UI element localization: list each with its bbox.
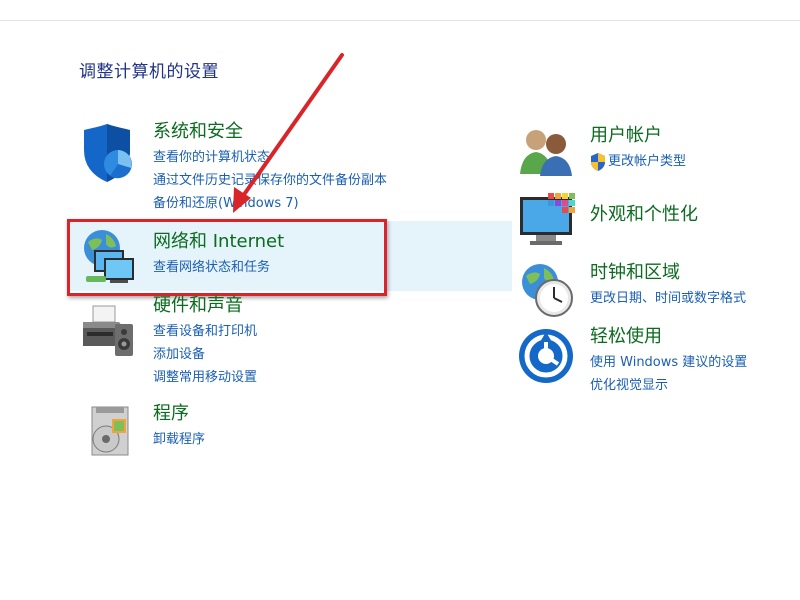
category-network-internet: 网络和 Internet 查看网络状态和任务 xyxy=(153,231,284,279)
link-backup-restore[interactable]: 备份和还原(Windows 7) xyxy=(153,192,387,215)
top-divider xyxy=(0,20,800,21)
programs-title[interactable]: 程序 xyxy=(153,403,205,425)
clock-region-title[interactable]: 时钟和区域 xyxy=(590,262,746,284)
uac-shield-icon xyxy=(590,152,606,171)
category-programs: 程序 卸载程序 xyxy=(153,403,205,451)
network-icon xyxy=(80,228,138,286)
clock-region-icon xyxy=(516,262,576,320)
link-view-network-status[interactable]: 查看网络状态和任务 xyxy=(153,256,284,279)
category-ease-of-access: 轻松使用 使用 Windows 建议的设置 优化视觉显示 xyxy=(590,326,747,397)
link-windows-recommended-settings[interactable]: 使用 Windows 建议的设置 xyxy=(590,351,747,374)
system-security-title[interactable]: 系统和安全 xyxy=(153,121,387,143)
page-title: 调整计算机的设置 xyxy=(79,62,219,82)
category-clock-region: 时钟和区域 更改日期、时间或数字格式 xyxy=(590,262,746,310)
link-uninstall-program[interactable]: 卸载程序 xyxy=(153,428,205,451)
user-accounts-title[interactable]: 用户帐户 xyxy=(590,125,686,147)
link-change-account-type[interactable]: 更改帐户类型 xyxy=(608,150,686,173)
appearance-title[interactable]: 外观和个性化 xyxy=(590,204,698,226)
link-mobility-settings[interactable]: 调整常用移动设置 xyxy=(153,366,257,389)
category-system-security: 系统和安全 查看你的计算机状态 通过文件历史记录保存你的文件备份副本 备份和还原… xyxy=(153,121,387,215)
hardware-sound-title[interactable]: 硬件和声音 xyxy=(153,295,257,317)
link-devices-printers[interactable]: 查看设备和打印机 xyxy=(153,320,257,343)
shield-icon xyxy=(80,124,136,184)
network-internet-title[interactable]: 网络和 Internet xyxy=(153,231,284,253)
ease-of-access-icon xyxy=(518,328,574,384)
link-change-date-format[interactable]: 更改日期、时间或数字格式 xyxy=(590,287,746,310)
personalization-icon xyxy=(518,191,578,249)
link-add-device[interactable]: 添加设备 xyxy=(153,343,257,366)
category-hardware-sound: 硬件和声音 查看设备和打印机 添加设备 调整常用移动设置 xyxy=(153,295,257,389)
link-view-computer-status[interactable]: 查看你的计算机状态 xyxy=(153,146,387,169)
ease-of-access-title[interactable]: 轻松使用 xyxy=(590,326,747,348)
programs-icon xyxy=(86,403,134,459)
user-accounts-icon xyxy=(518,128,574,176)
category-appearance: 外观和个性化 xyxy=(590,204,698,229)
category-user-accounts: 用户帐户 更改帐户类型 xyxy=(590,125,686,173)
link-file-history-backup[interactable]: 通过文件历史记录保存你的文件备份副本 xyxy=(153,169,387,192)
printer-icon xyxy=(79,302,137,360)
link-optimize-visual-display[interactable]: 优化视觉显示 xyxy=(590,374,747,397)
